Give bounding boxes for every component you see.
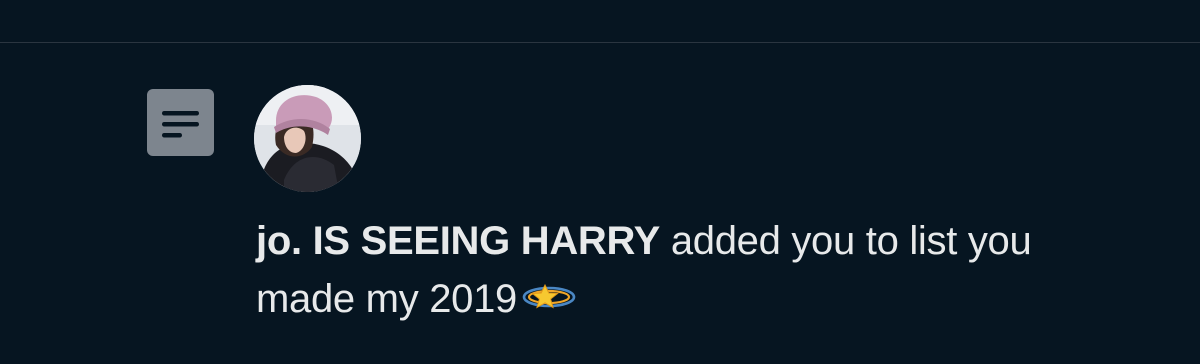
profile-avatar[interactable] [254, 85, 361, 192]
list-icon [162, 111, 199, 138]
list-badge [147, 89, 214, 156]
display-name-link[interactable]: jo. IS SEEING HARRY [256, 219, 660, 263]
dizzy-star-emoji [522, 283, 576, 309]
notification-text: jo. IS SEEING HARRY added you to list yo… [256, 212, 1116, 328]
avatar-image [254, 85, 361, 192]
top-divider [0, 42, 1200, 43]
action-text: added you to list [660, 219, 968, 263]
